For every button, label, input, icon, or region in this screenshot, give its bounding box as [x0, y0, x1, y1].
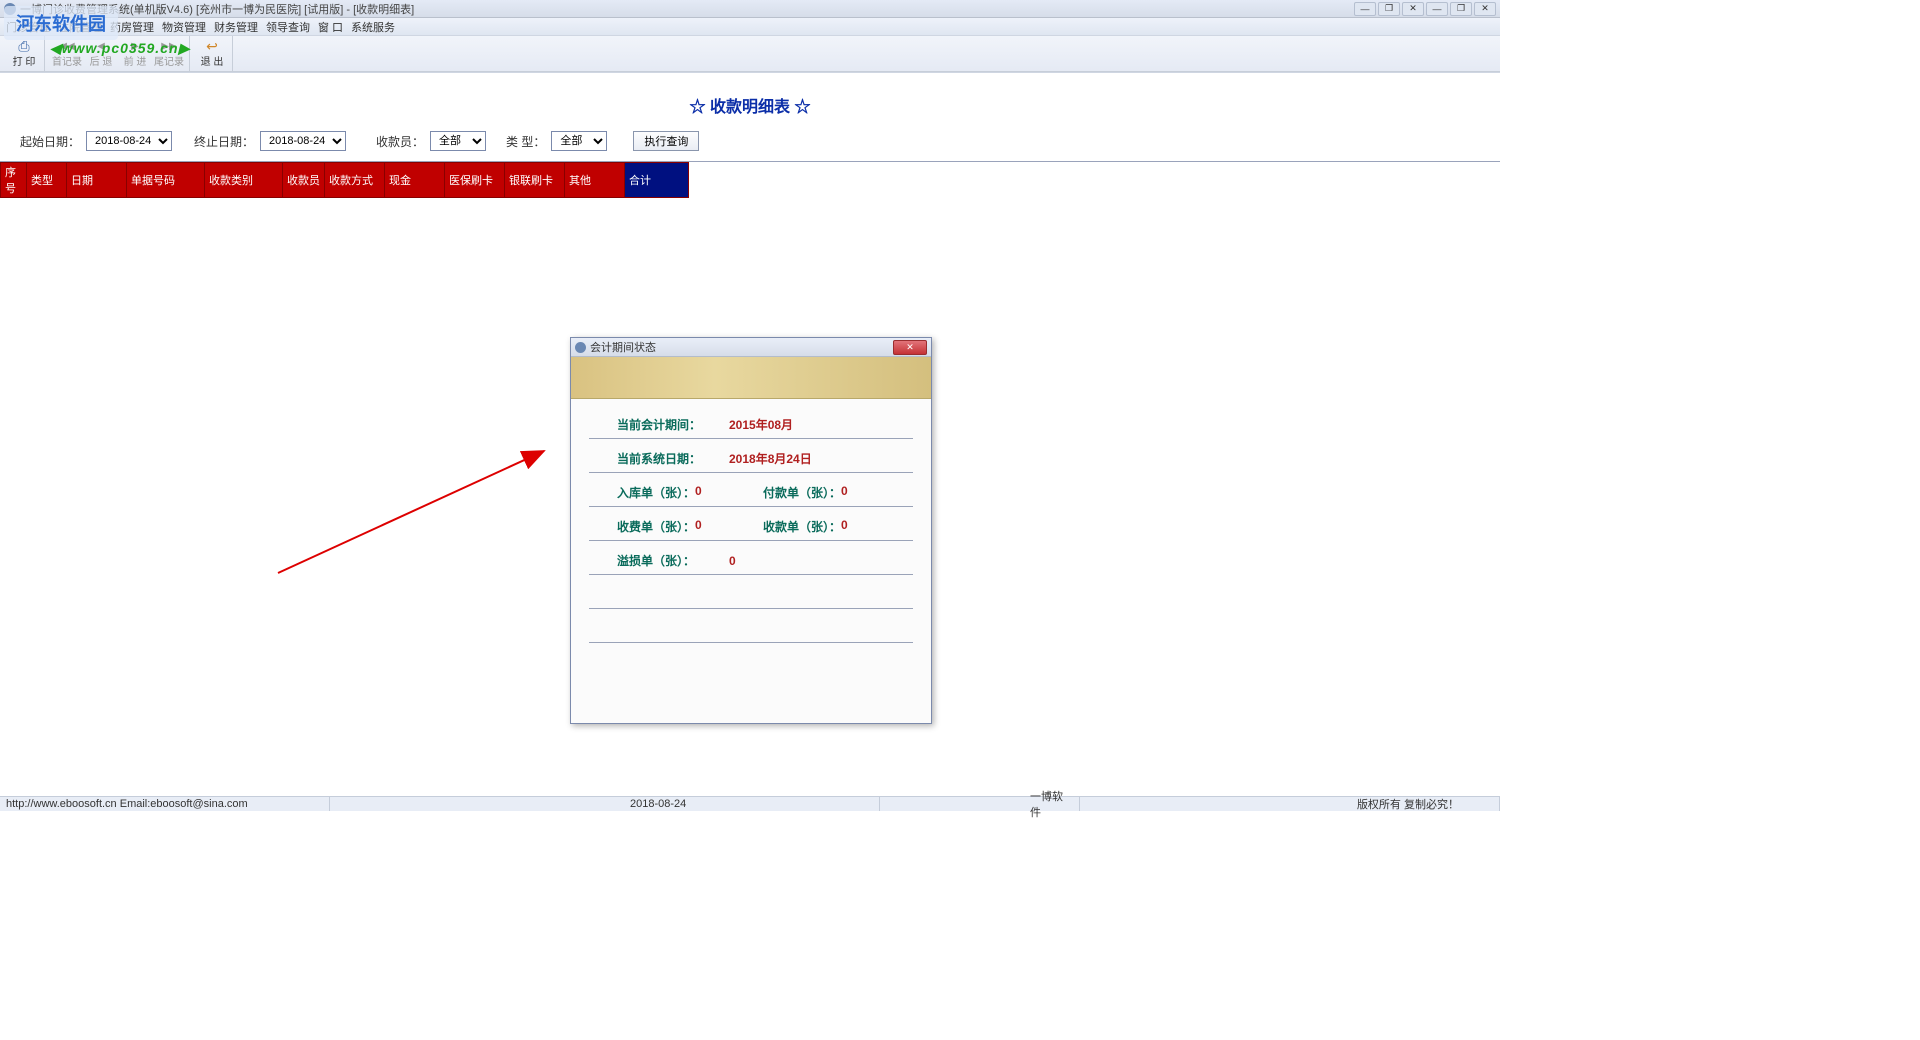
table-area: 序号 类型 日期 单据号码 收款类别 收款员 收款方式 现金 医保刷卡 银联刷卡…: [0, 161, 1500, 198]
menu-finance[interactable]: 财务管理: [214, 19, 258, 35]
restore-button[interactable]: ❐: [1378, 2, 1400, 16]
cashier-select[interactable]: 全部: [430, 131, 486, 151]
menu-inpatient[interactable]: 住院管理: [58, 19, 102, 35]
col-paymethod[interactable]: 收款方式: [325, 163, 385, 198]
col-seq[interactable]: 序号: [1, 163, 27, 198]
recv-label: 收款单（张）：: [751, 518, 841, 535]
start-date-label: 起始日期：: [20, 133, 80, 150]
minimize-button[interactable]: —: [1354, 2, 1376, 16]
menu-leader-query[interactable]: 领导查询: [266, 19, 310, 35]
dialog-title: 会计期间状态: [590, 339, 893, 355]
child-restore-button[interactable]: ❐: [1450, 2, 1472, 16]
status-url: http://www.eboosoft.cn Email:eboosoft@si…: [0, 797, 330, 811]
status-date: 2018-08-24: [330, 797, 880, 811]
type-label: 类 型：: [506, 133, 545, 150]
period-label: 当前会计期间：: [589, 416, 729, 433]
col-type[interactable]: 类型: [27, 163, 67, 198]
cashier-label: 收款员：: [376, 133, 424, 150]
data-grid: 序号 类型 日期 单据号码 收款类别 收款员 收款方式 现金 医保刷卡 银联刷卡…: [0, 162, 689, 198]
filter-row: 起始日期： 2018-08-24 终止日期： 2018-08-24 收款员： 全…: [0, 131, 1500, 161]
dialog-icon: [575, 342, 586, 353]
annotation-arrow: [272, 443, 562, 583]
child-close-button[interactable]: ✕: [1474, 2, 1496, 16]
pay-label: 付款单（张）：: [751, 484, 841, 501]
dialog-close-button[interactable]: ✕: [893, 340, 927, 355]
col-total[interactable]: 合计: [625, 163, 689, 198]
app-icon: [4, 3, 16, 15]
start-date-input[interactable]: 2018-08-24: [86, 131, 172, 151]
close-button-main[interactable]: ✕: [1402, 2, 1424, 16]
sysdate-value: 2018年8月24日: [729, 450, 812, 467]
print-label: 打 印: [13, 53, 36, 68]
col-medins[interactable]: 医保刷卡: [445, 163, 505, 198]
child-minimize-button[interactable]: —: [1426, 2, 1448, 16]
status-soft: 一博软件: [880, 797, 1080, 811]
menu-pharmacy[interactable]: 药房管理: [110, 19, 154, 35]
over-value: 0: [729, 554, 736, 568]
over-label: 溢损单（张）：: [589, 552, 729, 569]
type-select[interactable]: 全部: [551, 131, 607, 151]
sysdate-label: 当前系统日期：: [589, 450, 729, 467]
col-date[interactable]: 日期: [67, 163, 127, 198]
in-label: 入库单（张）：: [589, 484, 695, 501]
col-unionpay[interactable]: 银联刷卡: [505, 163, 565, 198]
print-button[interactable]: 打 印: [8, 38, 40, 70]
period-value: 2015年08月: [729, 416, 793, 433]
dialog-body: 当前会计期间： 2015年08月 当前系统日期： 2018年8月24日 入库单（…: [571, 399, 931, 723]
exit-button[interactable]: 退 出: [196, 38, 228, 70]
accounting-period-dialog: 会计期间状态 ✕ 当前会计期间： 2015年08月 当前系统日期： 2018年8…: [570, 337, 932, 724]
end-date-label: 终止日期：: [194, 133, 254, 150]
status-copy: 版权所有 复制必究！: [1080, 797, 1500, 811]
col-docno[interactable]: 单据号码: [127, 163, 205, 198]
dialog-titlebar[interactable]: 会计期间状态 ✕: [571, 338, 931, 357]
end-date-input[interactable]: 2018-08-24: [260, 131, 346, 151]
menu-system[interactable]: 系统服务: [351, 19, 395, 35]
col-cashier[interactable]: 收款员: [283, 163, 325, 198]
content-area: ☆ 收款明细表 ☆ 起始日期： 2018-08-24 终止日期： 2018-08…: [0, 72, 1500, 796]
run-query-button[interactable]: 执行查询: [633, 131, 699, 151]
exit-icon: [204, 39, 220, 53]
toolbar: 打 印 ◀◀ 首记录 ◀ 后 退 ▶ 前 进 ▶▶ 尾记录 退 出 ◀www.p…: [0, 36, 1500, 72]
watermark-url: ◀www.pc0359.cn▶: [50, 40, 190, 57]
col-cash[interactable]: 现金: [385, 163, 445, 198]
col-category[interactable]: 收款类别: [205, 163, 283, 198]
page-title: ☆ 收款明细表 ☆: [0, 93, 1500, 117]
dialog-banner: [571, 357, 931, 399]
fee-value: 0: [695, 518, 702, 535]
exit-label: 退 出: [201, 53, 224, 68]
col-other[interactable]: 其他: [565, 163, 625, 198]
window-title: 一博门诊收费管理系统(单机版V4.6) [充州市一博为民医院] [试用版] - …: [20, 1, 1354, 17]
menu-window[interactable]: 窗 口: [318, 19, 343, 35]
menubar: 门诊管理 住院管理 药房管理 物资管理 财务管理 领导查询 窗 口 系统服务: [0, 18, 1500, 36]
in-value: 0: [695, 484, 702, 501]
printer-icon: [16, 39, 32, 53]
menu-materials[interactable]: 物资管理: [162, 19, 206, 35]
window-titlebar: 一博门诊收费管理系统(单机版V4.6) [充州市一博为民医院] [试用版] - …: [0, 0, 1500, 18]
statusbar: http://www.eboosoft.cn Email:eboosoft@si…: [0, 796, 1500, 811]
fee-label: 收费单（张）：: [589, 518, 695, 535]
menu-outpatient[interactable]: 门诊管理: [6, 19, 50, 35]
recv-value: 0: [841, 518, 848, 535]
pay-value: 0: [841, 484, 848, 501]
